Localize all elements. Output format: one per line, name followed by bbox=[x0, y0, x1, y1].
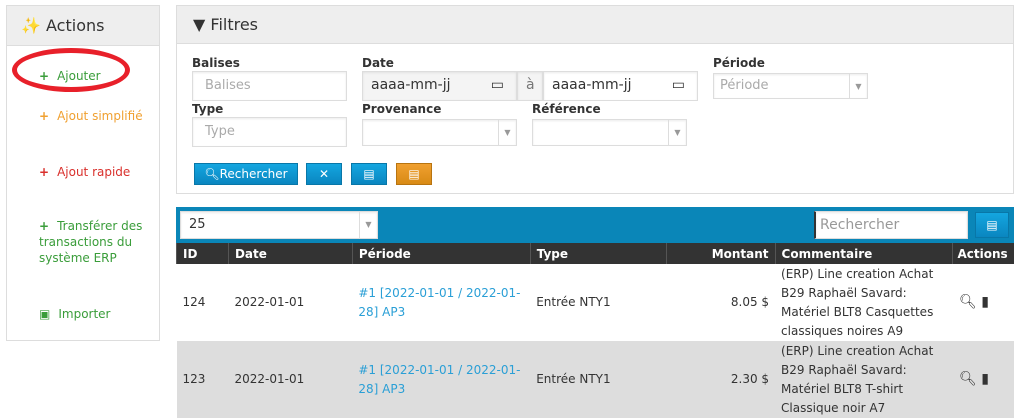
export-file-button[interactable]: ▤ bbox=[975, 212, 1009, 238]
cell-id: 124 bbox=[182, 295, 206, 309]
cell-date: 2022-01-01 bbox=[234, 295, 305, 309]
calendar-icon: ▭ bbox=[671, 77, 685, 93]
transactions-table: ID Date Période Type Montant Commentaire… bbox=[176, 243, 1014, 418]
file-icon: ▤ bbox=[986, 218, 998, 232]
type-input[interactable]: Type bbox=[192, 117, 347, 147]
export-button[interactable]: ▤ bbox=[351, 163, 387, 185]
column-header-id[interactable]: ID bbox=[176, 243, 229, 264]
transfer-erp-action[interactable]: + Transférer des transactions du système … bbox=[39, 218, 154, 266]
cell-type: Entrée NTY1 bbox=[536, 295, 611, 309]
filter-icon: ▼ bbox=[193, 15, 206, 34]
plus-icon: + bbox=[39, 219, 50, 233]
column-header-periode[interactable]: Période bbox=[351, 243, 531, 264]
provenance-label: Provenance bbox=[362, 102, 442, 116]
plus-icon: + bbox=[39, 165, 50, 179]
search-button[interactable]: 🔍︎Rechercher bbox=[194, 163, 298, 185]
page-size-select[interactable]: 25 ▼ bbox=[180, 211, 378, 239]
type-label: Type bbox=[192, 102, 224, 116]
cell-montant: 8.05 $ bbox=[730, 295, 770, 309]
copy-icon[interactable]: ▮ bbox=[981, 294, 989, 310]
periode-select[interactable]: Période ▼ bbox=[713, 73, 868, 99]
column-header-montant[interactable]: Montant bbox=[665, 243, 776, 264]
cell-date: 2022-01-01 bbox=[228, 341, 353, 418]
reference-label: Référence bbox=[532, 102, 601, 116]
date-separator: à bbox=[517, 71, 543, 101]
view-icon[interactable]: 🔍︎ bbox=[959, 371, 977, 387]
balises-label: Balises bbox=[192, 56, 240, 70]
table-row: 124 2022-01-01 #1 [2022-01-01 / 2022-01-… bbox=[177, 264, 1015, 341]
column-header-commentaire[interactable]: Commentaire bbox=[774, 243, 953, 264]
periode-link[interactable]: #1 [2022-01-01 / 2022-01-28] AP3 bbox=[358, 286, 520, 319]
highlight-circle bbox=[12, 48, 130, 92]
column-header-actions: Actions bbox=[952, 243, 1014, 264]
reference-select[interactable]: ▼ bbox=[532, 119, 687, 146]
balises-input[interactable]: Balises bbox=[192, 71, 347, 101]
simplified-add-action[interactable]: + Ajout simplifié bbox=[39, 108, 154, 124]
cell-type: Entrée NTY1 bbox=[530, 341, 667, 418]
search-icon: 🔍︎ bbox=[204, 167, 220, 181]
quick-add-action[interactable]: + Ajout rapide bbox=[39, 164, 154, 180]
table-search-input[interactable]: Rechercher bbox=[814, 211, 968, 239]
chevron-down-icon: ▼ bbox=[498, 120, 516, 145]
column-header-date[interactable]: Date bbox=[227, 243, 353, 264]
chevron-down-icon: ▼ bbox=[849, 74, 867, 98]
cell-id: 123 bbox=[176, 341, 229, 418]
cell-commentaire: (ERP) Line creation Achat B29 Raphaël Sa… bbox=[781, 266, 934, 338]
plus-icon: + bbox=[39, 109, 50, 123]
import-action[interactable]: ▣ Importer bbox=[39, 306, 154, 322]
export-alt-button[interactable]: ▤ bbox=[396, 163, 432, 185]
filters-panel: ▼ Filtres Balises Balises Date aaaa-mm-j… bbox=[176, 5, 1014, 194]
copy-icon[interactable]: ▮ bbox=[981, 371, 989, 387]
file-import-icon: ▣ bbox=[39, 307, 51, 321]
periode-link[interactable]: #1 [2022-01-01 / 2022-01-28] AP3 bbox=[358, 363, 520, 396]
clipboard-icon: ▤ bbox=[408, 167, 420, 181]
table-toolbar: 25 ▼ Rechercher ▤ bbox=[176, 207, 1014, 243]
column-header-type[interactable]: Type bbox=[529, 243, 667, 264]
date-from-input[interactable]: aaaa-mm-jj ▭ bbox=[362, 71, 517, 101]
cell-commentaire: (ERP) Line creation Achat B29 Raphaël Sa… bbox=[775, 341, 953, 418]
clear-button[interactable]: ✕ bbox=[306, 163, 342, 185]
calendar-icon: ▭ bbox=[490, 77, 504, 93]
date-label: Date bbox=[362, 56, 394, 70]
view-icon[interactable]: 🔍︎ bbox=[959, 294, 977, 310]
date-to-input[interactable]: aaaa-mm-jj ▭ bbox=[543, 71, 698, 101]
magic-wand-icon: ✨ bbox=[21, 16, 41, 35]
periode-label: Période bbox=[713, 56, 765, 70]
sidebar-header: ✨ Actions bbox=[7, 6, 159, 46]
close-icon: ✕ bbox=[318, 167, 330, 181]
filters-header: ▼ Filtres bbox=[177, 6, 1013, 44]
chevron-down-icon: ▼ bbox=[359, 212, 377, 238]
provenance-select[interactable]: ▼ bbox=[362, 119, 517, 146]
chevron-down-icon: ▼ bbox=[668, 120, 686, 145]
clipboard-icon: ▤ bbox=[363, 167, 375, 181]
cell-montant: 2.30 $ bbox=[666, 341, 776, 418]
table-row: 123 2022-01-01 #1 [2022-01-01 / 2022-01-… bbox=[176, 341, 1014, 418]
